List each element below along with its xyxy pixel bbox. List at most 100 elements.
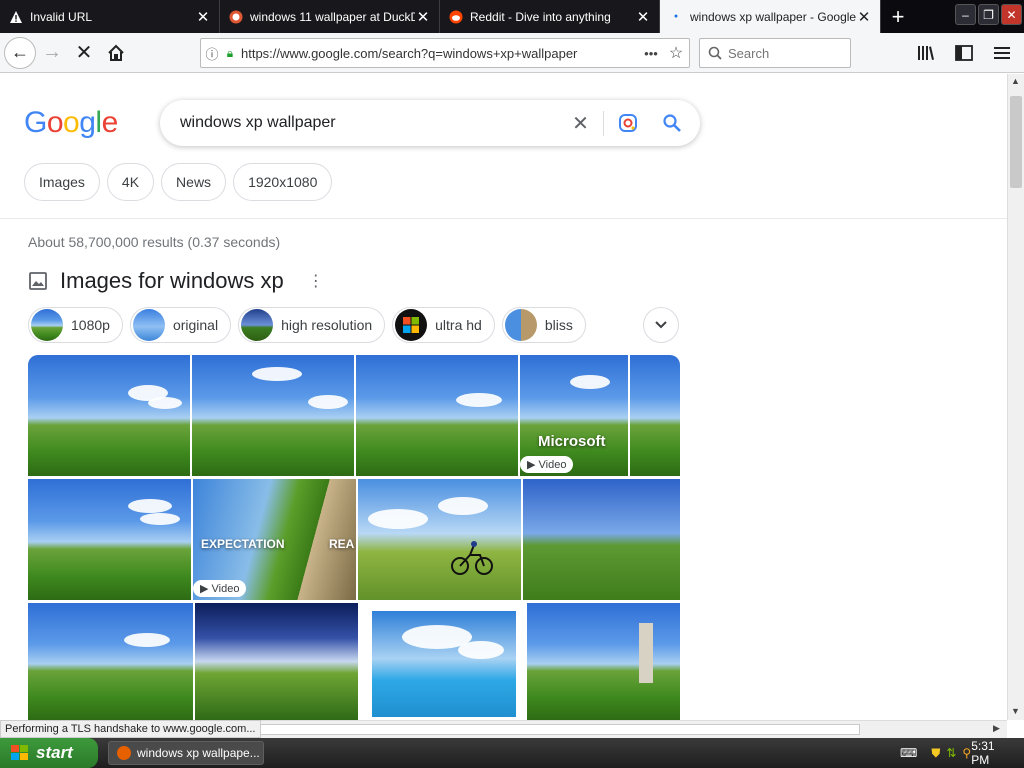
cloud-shape [458, 641, 504, 659]
scrollbar-thumb[interactable] [1010, 96, 1022, 188]
logo-letter: G [24, 106, 47, 139]
window-close-button[interactable]: ✕ [1001, 4, 1022, 25]
navigation-toolbar: ← → ✕ ⓘ 🔒︎ https://www.google.com/search… [0, 33, 1024, 73]
scroll-right-icon[interactable]: ▶ [993, 723, 1000, 734]
filter-chip-4k[interactable]: 4K [106, 163, 155, 201]
close-icon[interactable]: ✕ [635, 8, 651, 26]
refine-chip-bliss[interactable]: bliss [501, 307, 586, 343]
video-badge: ▶ Video [193, 580, 247, 597]
image-result-video[interactable]: Microsoft ▶ Video [520, 355, 628, 476]
library-button[interactable] [910, 37, 942, 69]
logo-letter: e [101, 106, 119, 139]
image-result[interactable] [28, 479, 191, 600]
google-lens-icon[interactable] [604, 113, 652, 133]
close-icon[interactable]: ✕ [856, 8, 872, 26]
refine-chip-1080p[interactable]: 1080p [28, 307, 123, 343]
more-options-icon[interactable]: ⋮ [308, 271, 324, 291]
vertical-scrollbar[interactable]: ▲ ▼ [1007, 74, 1024, 720]
keyboard-icon[interactable]: ⌨ [900, 746, 917, 760]
image-result[interactable] [630, 355, 680, 476]
cloud-shape [368, 509, 428, 529]
logo-letter: o [63, 106, 80, 139]
refine-chip-high-resolution[interactable]: high resolution [238, 307, 386, 343]
tab-invalid-url[interactable]: Invalid URL ✕ [0, 0, 220, 33]
search-box[interactable]: ✕ [160, 100, 700, 146]
forward-button[interactable]: → [36, 37, 68, 69]
taskbar-item-firefox[interactable]: windows xp wallpape... [108, 741, 264, 765]
image-result[interactable] [195, 603, 358, 720]
video-badge: ▶ Video [520, 456, 574, 473]
painter-figure [639, 623, 653, 683]
tab-duckduckgo[interactable]: windows 11 wallpaper at DuckDu ✕ [220, 0, 440, 33]
image-grid-row: EXPECTATION REA ▶ Video [28, 479, 680, 600]
chip-label: bliss [544, 317, 573, 333]
url-text[interactable]: https://www.google.com/search?q=windows+… [241, 46, 639, 61]
cloud-shape [308, 395, 348, 409]
image-icon [29, 272, 47, 290]
tab-title: windows 11 wallpaper at DuckDu [250, 9, 415, 24]
search-tray-icon[interactable]: ⚲ [962, 746, 971, 760]
back-button[interactable]: ← [4, 36, 36, 69]
image-result[interactable] [360, 603, 525, 720]
home-icon [108, 44, 124, 61]
hamburger-icon [994, 47, 1010, 59]
image-overlay-text: EXPECTATION [201, 537, 285, 551]
cloud-shape [124, 633, 170, 647]
scroll-up-icon[interactable]: ▲ [1011, 76, 1020, 86]
minimize-button[interactable]: – [955, 4, 976, 25]
search-submit-icon[interactable] [652, 113, 692, 133]
tab-reddit[interactable]: Reddit - Dive into anything ✕ [440, 0, 660, 33]
bookmark-star-icon[interactable]: ☆ [663, 43, 689, 63]
stop-loading-button[interactable]: ✕ [68, 37, 100, 69]
chip-label: high resolution [281, 317, 373, 333]
sidebar-button[interactable] [948, 37, 980, 69]
image-overlay-text: REA [329, 537, 355, 551]
image-result[interactable] [28, 603, 193, 720]
page-actions-icon[interactable]: ••• [639, 46, 663, 61]
filter-chip-news[interactable]: News [161, 163, 227, 201]
menu-button[interactable] [986, 37, 1018, 69]
image-result[interactable] [28, 355, 190, 476]
expand-chips-button[interactable] [643, 307, 679, 343]
refine-chip-original[interactable]: original [129, 307, 232, 343]
filter-chip-1920x1080[interactable]: 1920x1080 [233, 163, 333, 201]
scrollbar-thumb[interactable] [252, 724, 860, 735]
close-icon[interactable]: ✕ [415, 8, 431, 26]
browser-search-box[interactable] [699, 38, 851, 68]
url-bar[interactable]: ⓘ 🔒︎ https://www.google.com/search?q=win… [200, 38, 690, 68]
filter-chip-images[interactable]: Images [24, 163, 100, 201]
security-shield-icon[interactable]: ⛊ [931, 746, 940, 761]
cloud-shape [252, 367, 302, 381]
refinement-chips: 1080p original high resolution ultra hd … [28, 307, 586, 343]
filter-chips: Images 4K News 1920x1080 [24, 163, 333, 201]
cloud-shape [128, 499, 172, 513]
image-result[interactable] [358, 479, 521, 600]
clear-icon[interactable]: ✕ [558, 110, 604, 136]
browser-search-input[interactable] [728, 45, 838, 61]
image-result[interactable] [356, 355, 518, 476]
home-button[interactable] [100, 37, 132, 69]
refine-chip-ultra-hd[interactable]: ultra hd [392, 307, 495, 343]
image-result[interactable] [527, 603, 680, 720]
images-section-title[interactable]: Images for windows xp [60, 268, 284, 294]
scroll-down-icon[interactable]: ▼ [1011, 706, 1020, 716]
warning-icon [8, 9, 24, 25]
cloud-shape [140, 513, 180, 525]
image-result[interactable] [523, 479, 680, 600]
image-result[interactable] [192, 355, 354, 476]
start-button[interactable]: start [0, 738, 98, 768]
info-icon[interactable]: ⓘ [201, 44, 223, 63]
tab-google-active[interactable]: ● windows xp wallpaper - Google S ✕ [660, 0, 881, 33]
chip-thumbnail [241, 309, 274, 341]
tab-strip: Invalid URL ✕ windows 11 wallpaper at Du… [0, 0, 1024, 33]
search-input[interactable] [180, 114, 558, 132]
image-photo [372, 611, 516, 717]
network-icon[interactable]: ⇅ [946, 746, 956, 760]
restore-button[interactable]: ❐ [978, 4, 999, 25]
horizontal-scrollbar[interactable]: ▶ [252, 720, 1007, 738]
close-icon[interactable]: ✕ [195, 8, 211, 26]
google-logo[interactable]: Google [24, 106, 118, 140]
image-result-video[interactable]: EXPECTATION REA ▶ Video [193, 479, 356, 600]
new-tab-button[interactable]: + [881, 0, 915, 33]
lock-icon[interactable]: 🔒︎ [223, 46, 237, 61]
